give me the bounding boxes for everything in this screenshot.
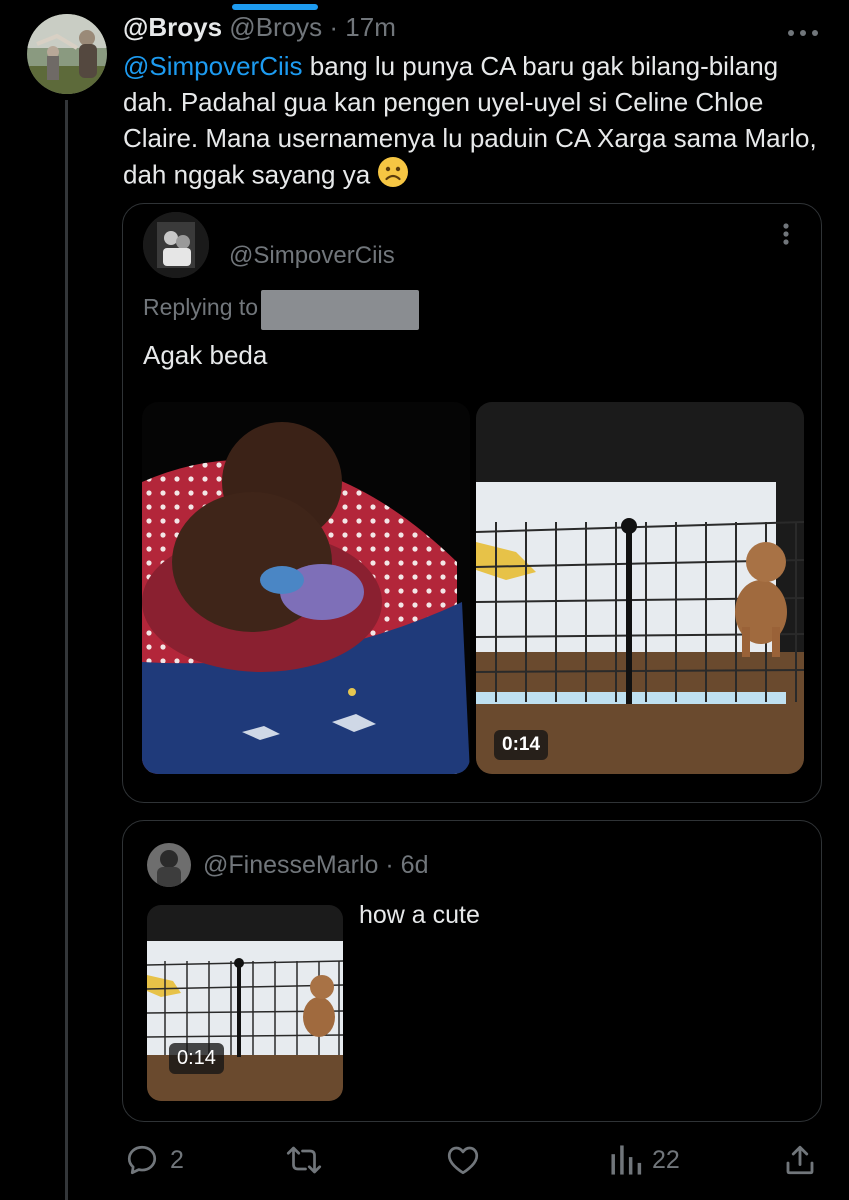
views-button[interactable]: 22 — [610, 1136, 680, 1184]
video-duration-badge: 0:14 — [169, 1043, 224, 1074]
time-separator: · — [385, 851, 394, 879]
reply-icon — [127, 1145, 157, 1175]
nested-handle[interactable]: @FinesseMarlo — [203, 851, 378, 879]
sad-face-emoji — [377, 156, 409, 197]
retweet-button[interactable] — [284, 1136, 334, 1184]
thread-line — [65, 100, 68, 1200]
quoted-handle[interactable]: @SimpoverCiis — [229, 242, 395, 270]
tweet-header: @Broys @Broys · 17m — [123, 12, 396, 42]
avatar[interactable] — [27, 14, 107, 94]
quoted-text: Agak beda — [143, 340, 268, 370]
heart-icon — [447, 1146, 479, 1175]
avatar-image — [147, 843, 191, 887]
video-duration-badge: 0:14 — [494, 730, 549, 760]
nested-header: @FinesseMarlo · 6d — [203, 851, 428, 880]
redacted-username — [261, 290, 419, 330]
views-count: 22 — [652, 1145, 680, 1174]
share-button[interactable] — [782, 1136, 818, 1184]
like-button[interactable] — [444, 1136, 492, 1184]
timestamp[interactable]: 17m — [345, 12, 396, 42]
nested-text: how a cute — [359, 901, 480, 929]
retweet-icon — [286, 1146, 322, 1174]
puppy-pen-video-thumbnail[interactable]: 0:14 — [147, 905, 343, 1101]
tweet-text: @SimpoverCiis bang lu punya CA baru gak … — [123, 48, 828, 197]
reply-count: 2 — [170, 1145, 184, 1174]
timestamp[interactable]: 6d — [401, 851, 429, 879]
puppy-bed-image[interactable] — [142, 402, 470, 774]
avatar[interactable] — [147, 843, 191, 887]
nested-quoted-tweet[interactable]: @FinesseMarlo · 6d 0:14 how a cute — [122, 820, 822, 1122]
action-bar: 2 22 — [0, 1136, 849, 1184]
more-vertical-icon[interactable] — [781, 222, 791, 246]
scroll-indicator — [232, 4, 318, 10]
puppy-pen-video[interactable]: 0:14 — [476, 402, 804, 774]
share-icon — [786, 1145, 814, 1175]
mention-link[interactable]: @SimpoverCiis — [123, 51, 303, 81]
quoted-tweet[interactable]: @SimpoverCiis Replying to Agak beda 0:14 — [122, 203, 822, 803]
avatar[interactable] — [143, 212, 209, 278]
avatar-image — [143, 212, 209, 278]
display-name[interactable]: @Broys — [123, 12, 222, 42]
user-handle[interactable]: @Broys — [229, 12, 322, 42]
views-icon — [611, 1145, 642, 1175]
time-separator: · — [329, 12, 339, 42]
replying-to-label: Replying to — [143, 294, 259, 320]
reply-button[interactable]: 2 — [124, 1136, 184, 1184]
avatar-image — [27, 14, 107, 94]
more-horizontal-icon[interactable] — [786, 14, 820, 45]
